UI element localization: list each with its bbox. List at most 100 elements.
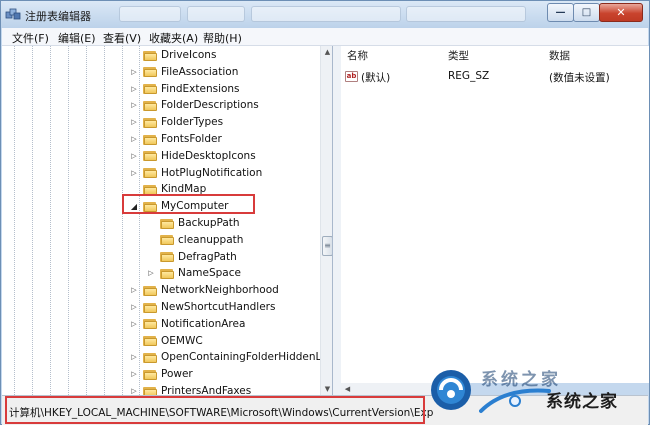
- tree-node[interactable]: ▷ FindExtensions: [129, 81, 239, 97]
- expand-arrow-icon[interactable]: ▷: [129, 68, 139, 76]
- scroll-thumb[interactable]: ≡: [322, 236, 332, 256]
- folder-icon: [143, 386, 157, 395]
- expand-arrow-icon[interactable]: ▷: [129, 387, 139, 395]
- background-tab: [406, 6, 526, 22]
- tree-node[interactable]: ▷ FolderDescriptions: [129, 97, 259, 113]
- tree-node[interactable]: ▷ HideDesktopIcons: [129, 148, 255, 164]
- maximize-button[interactable]: □: [573, 3, 600, 22]
- tree-guide-line: [14, 46, 15, 395]
- tree-node[interactable]: ▷ Power: [129, 366, 192, 382]
- tree-node[interactable]: ▷ NameSpace: [146, 265, 241, 281]
- tree-node[interactable]: ▷ NotificationArea: [129, 316, 245, 332]
- folder-icon: [143, 167, 157, 179]
- expand-arrow-icon[interactable]: ▷: [129, 85, 139, 93]
- tree-guide-line: [50, 46, 51, 395]
- menu-favorites[interactable]: 收藏夹(A): [149, 30, 198, 46]
- status-path: 计算机\HKEY_LOCAL_MACHINE\SOFTWARE\Microsof…: [9, 407, 434, 419]
- grip-icon: ≡: [324, 241, 331, 250]
- values-pane[interactable]: 名称 类型 数据 ab (默认) REG_SZ (数值未设置): [341, 46, 649, 383]
- tree-node[interactable]: ▷ OpenContainingFolderHiddenList: [129, 349, 332, 365]
- tree-node-label: HotPlugNotification: [161, 166, 263, 179]
- tree-guide-line: [104, 46, 105, 395]
- column-header-type[interactable]: 类型: [448, 48, 469, 63]
- tree-node[interactable]: BackupPath: [146, 215, 240, 231]
- column-header-name[interactable]: 名称: [347, 48, 368, 63]
- expand-arrow-icon[interactable]: ▷: [129, 101, 139, 109]
- expand-arrow-icon[interactable]: ▷: [129, 303, 139, 311]
- folder-icon: [143, 150, 157, 162]
- menu-file[interactable]: 文件(F): [12, 30, 49, 46]
- tree-guide-line: [86, 46, 87, 395]
- collapse-arrow-icon[interactable]: ◢: [129, 202, 139, 211]
- tree-node[interactable]: ▷ FileAssociation: [129, 64, 238, 80]
- column-header-data[interactable]: 数据: [549, 48, 570, 63]
- maximize-icon: □: [581, 6, 592, 18]
- window-title: 注册表编辑器: [25, 10, 91, 23]
- scroll-down-icon[interactable]: ▼: [321, 383, 332, 395]
- tree-node[interactable]: KindMap: [129, 181, 206, 197]
- tree-node-label: cleanuppath: [178, 233, 244, 246]
- value-row[interactable]: ab: [345, 68, 358, 84]
- folder-icon: [143, 201, 157, 212]
- expand-arrow-icon[interactable]: ▷: [129, 353, 139, 361]
- close-button[interactable]: ✕: [599, 3, 643, 22]
- folder-icon: [160, 234, 174, 246]
- tree-node[interactable]: DriveIcons: [129, 47, 216, 63]
- folder-icon: [143, 50, 157, 61]
- folder-icon: [160, 268, 174, 279]
- expand-arrow-icon[interactable]: ▷: [129, 152, 139, 160]
- minimize-button[interactable]: —: [547, 3, 574, 22]
- tree-guide-line: [122, 46, 123, 395]
- folder-icon: [143, 285, 157, 296]
- tree-node-label: PrintersAndFaxes: [161, 385, 252, 395]
- tree-node[interactable]: ▷ FontsFolder: [129, 131, 222, 147]
- tree-node[interactable]: ▷ NewShortcutHandlers: [129, 299, 275, 315]
- tree-node-label: FolderDescriptions: [161, 99, 259, 112]
- tree-guide-line: [68, 46, 69, 395]
- expand-arrow-icon[interactable]: ▷: [129, 286, 139, 294]
- registry-editor-icon: [5, 8, 21, 20]
- expand-arrow-icon[interactable]: ▷: [129, 135, 139, 143]
- tree-node[interactable]: cleanuppath: [146, 232, 243, 248]
- tree-node-label: FontsFolder: [161, 133, 222, 145]
- tree-scrollbar[interactable]: ▲ ≡ ▼: [320, 46, 332, 395]
- folder-icon: [143, 100, 157, 111]
- folder-icon: [143, 66, 157, 78]
- folder-icon: [143, 83, 157, 95]
- scroll-left-icon[interactable]: ◀: [341, 383, 354, 395]
- scroll-up-icon[interactable]: ▲: [321, 46, 332, 58]
- tree-node[interactable]: DefragPath: [146, 249, 237, 265]
- menu-bar: 文件(F) 编辑(E) 查看(V) 收藏夹(A) 帮助(H): [2, 28, 648, 46]
- values-horizontal-scrollbar[interactable]: ◀: [341, 383, 441, 395]
- tree-node[interactable]: ▷ NetworkNeighborhood: [129, 282, 279, 298]
- tree-node[interactable]: OEMWC: [129, 333, 203, 349]
- watermark-logo-icon: [431, 370, 471, 410]
- menu-edit[interactable]: 编辑(E): [58, 30, 96, 46]
- registry-tree[interactable]: DriveIcons ▷ FileAssociation ▷ FindExtension…: [2, 46, 333, 395]
- value-type: REG_SZ: [448, 70, 490, 82]
- expand-arrow-icon[interactable]: ▷: [129, 320, 139, 328]
- pane-splitter[interactable]: [333, 46, 341, 395]
- menu-view[interactable]: 查看(V): [103, 30, 141, 46]
- folder-icon: [143, 134, 157, 145]
- tree-node[interactable]: ▷ HotPlugNotification: [129, 165, 262, 181]
- tree-node-label: DefragPath: [178, 250, 237, 263]
- close-icon: ✕: [616, 6, 626, 19]
- expand-arrow-icon[interactable]: ▷: [129, 370, 139, 378]
- tree-node[interactable]: ▷ PrintersAndFaxes: [129, 383, 251, 395]
- title-bar[interactable]: 注册表编辑器 — □ ✕: [1, 1, 649, 28]
- folder-icon: [143, 352, 157, 363]
- folder-icon: [143, 184, 157, 195]
- folder-icon: [160, 251, 174, 263]
- tree-node[interactable]: ◢ MyComputer: [129, 198, 229, 214]
- expand-arrow-icon[interactable]: ▷: [129, 169, 139, 177]
- value-data: (数值未设置): [549, 72, 610, 84]
- tree-node-label: KindMap: [161, 183, 207, 196]
- background-tab: [119, 6, 181, 22]
- minimize-icon: —: [555, 6, 566, 18]
- tree-node[interactable]: ▷ FolderTypes: [129, 114, 223, 130]
- menu-help[interactable]: 帮助(H): [203, 30, 242, 46]
- expand-arrow-icon[interactable]: ▷: [129, 118, 139, 126]
- tree-node-label: NameSpace: [178, 267, 241, 280]
- expand-arrow-icon[interactable]: ▷: [146, 269, 156, 277]
